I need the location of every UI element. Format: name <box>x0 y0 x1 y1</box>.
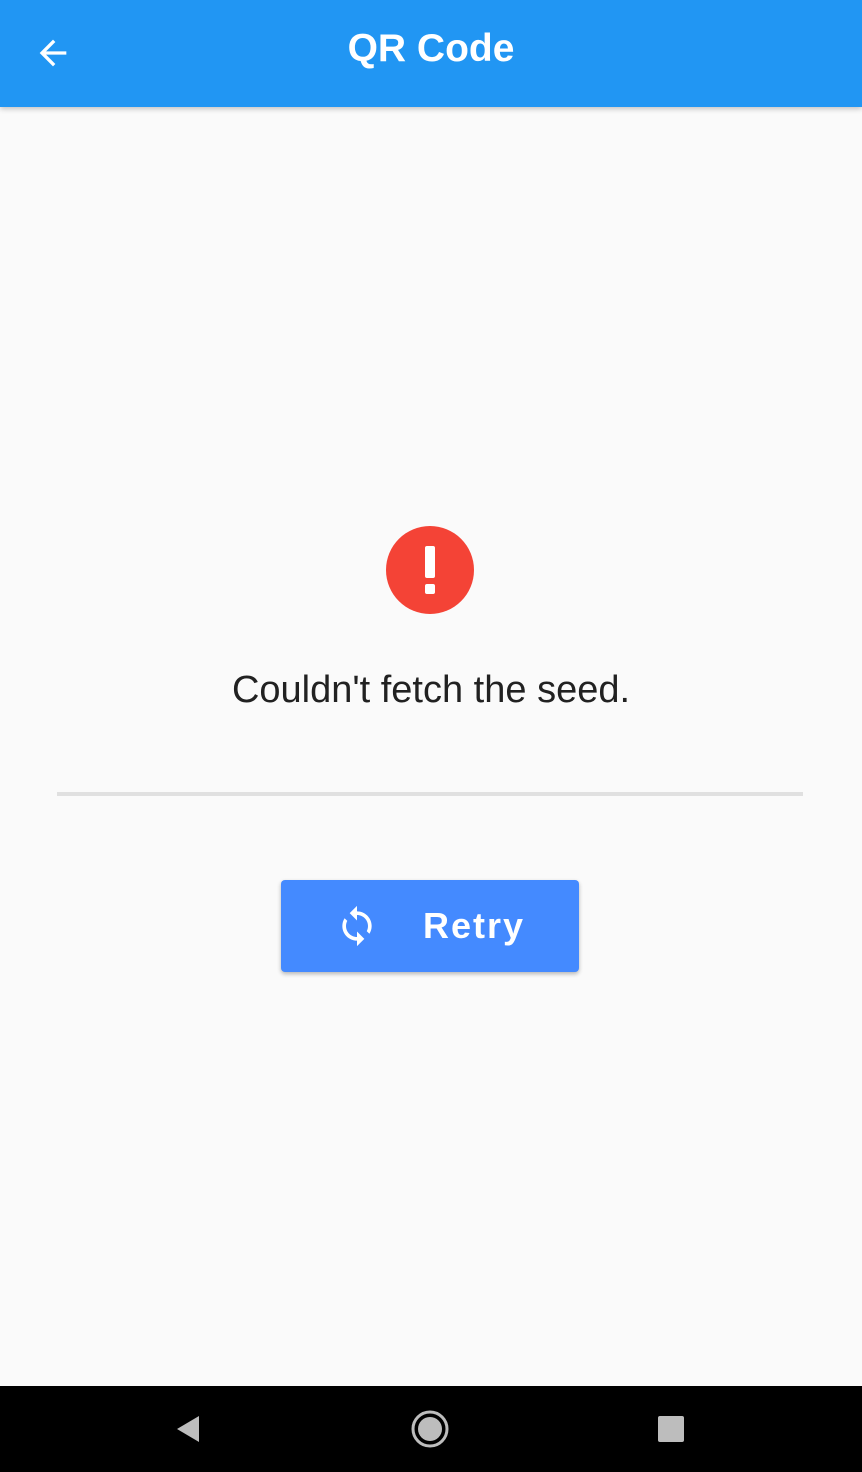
retry-button[interactable]: Retry <box>281 880 579 972</box>
app-bar: QR Code <box>0 0 862 107</box>
system-navigation-bar <box>0 1386 862 1472</box>
system-home-button[interactable] <box>380 1386 480 1472</box>
system-recents-button[interactable] <box>621 1386 721 1472</box>
divider <box>57 792 803 796</box>
error-message: Couldn't fetch the seed. <box>231 669 631 711</box>
exclamation-circle-icon <box>386 526 474 614</box>
qr-code-screen: QR Code Couldn't fetch the seed. Retry <box>0 0 862 1472</box>
retry-label: Retry <box>422 905 526 946</box>
refresh-icon <box>335 904 379 948</box>
circle-home-icon <box>411 1410 449 1448</box>
square-recents-icon <box>658 1416 684 1442</box>
page-title: QR Code <box>347 27 515 70</box>
system-back-button[interactable] <box>138 1386 238 1472</box>
triangle-back-icon <box>177 1416 199 1442</box>
